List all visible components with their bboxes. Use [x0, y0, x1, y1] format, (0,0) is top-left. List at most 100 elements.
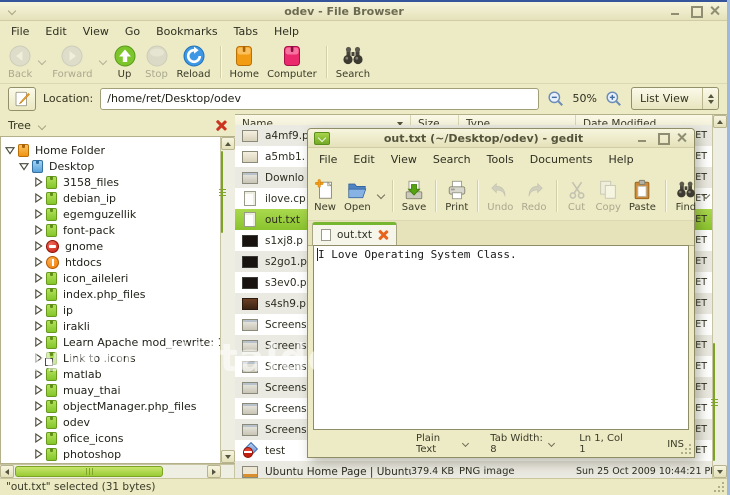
tree-item-ip[interactable]: ip	[1, 302, 219, 318]
expander-closed-icon[interactable]	[33, 449, 43, 459]
fb-menu-view[interactable]: View	[75, 23, 117, 40]
expander-closed-icon[interactable]	[33, 353, 43, 363]
scroll-down-button[interactable]	[713, 465, 727, 478]
view-mode-select[interactable]: List View	[631, 87, 719, 110]
toolbar-overflow-chevron-icon[interactable]	[701, 191, 711, 201]
edit-location-button[interactable]	[8, 86, 36, 111]
expander-closed-icon[interactable]	[33, 385, 43, 395]
fb-menu-edit[interactable]: Edit	[37, 23, 74, 40]
maximize-icon[interactable]	[690, 6, 703, 18]
fb-menu-bookmarks[interactable]: Bookmarks	[148, 23, 225, 40]
expander-open-icon[interactable]	[5, 145, 15, 155]
chevron-down-icon[interactable]	[36, 122, 48, 131]
fb-menu-go[interactable]: Go	[117, 23, 148, 40]
tree-item-index-php-files[interactable]: index.php_files	[1, 286, 219, 302]
tree-item-home-folder[interactable]: Home Folder	[1, 142, 219, 158]
print-button[interactable]: Print	[441, 178, 472, 214]
window-menu-icon[interactable]	[314, 131, 330, 145]
window-menu-icon[interactable]	[6, 7, 18, 16]
expander-closed-icon[interactable]	[33, 305, 43, 315]
tree-item-ofice-icons[interactable]: ofice_icons	[1, 430, 219, 446]
computer-button[interactable]: Computer	[263, 43, 321, 81]
tab-out-txt[interactable]: out.txt	[312, 222, 397, 245]
tree-item-muay-thai[interactable]: muay_thai	[1, 382, 219, 398]
gedit-menu-view[interactable]: View	[383, 151, 425, 168]
tree-item-icon-aileleri[interactable]: icon_aileleri	[1, 270, 219, 286]
tab-width-selector[interactable]: Tab Width: 8	[490, 433, 555, 455]
gedit-menu-file[interactable]: File	[311, 151, 345, 168]
expander-closed-icon[interactable]	[33, 241, 43, 251]
maximize-icon[interactable]	[657, 133, 670, 145]
tree-horizontal-scrollbar[interactable]	[0, 464, 235, 478]
scroll-up-button[interactable]	[221, 137, 235, 150]
reload-button[interactable]: Reload	[173, 43, 215, 81]
up-button[interactable]: Up	[109, 43, 141, 81]
fb-menu-file[interactable]: File	[3, 23, 37, 40]
expander-closed-icon[interactable]	[33, 321, 43, 331]
location-input[interactable]	[100, 87, 539, 110]
scroll-thumb[interactable]	[218, 151, 226, 233]
expander-open-icon[interactable]	[19, 161, 29, 171]
scroll-down-button[interactable]	[221, 450, 235, 463]
scroll-up-button[interactable]	[713, 115, 727, 128]
close-icon[interactable]	[677, 133, 688, 143]
gedit-menu-help[interactable]: Help	[600, 151, 641, 168]
close-tab-icon[interactable]	[378, 230, 388, 240]
tree-item-photoshop[interactable]: photoshop	[1, 446, 219, 462]
find-button[interactable]: Find	[671, 178, 701, 214]
expander-closed-icon[interactable]	[33, 369, 43, 379]
tree-item-link-to-icons[interactable]: Link to .icons	[1, 350, 219, 366]
gedit-menu-search[interactable]: Search	[425, 151, 479, 168]
search-button[interactable]: Search	[332, 43, 374, 81]
expander-closed-icon[interactable]	[33, 257, 43, 267]
close-side-pane-icon[interactable]	[215, 119, 227, 131]
expander-closed-icon[interactable]	[33, 337, 43, 347]
zoom-out-icon[interactable]	[546, 89, 566, 109]
list-vertical-scrollbar[interactable]	[710, 115, 727, 478]
expander-closed-icon[interactable]	[33, 225, 43, 235]
scroll-thumb[interactable]	[710, 343, 718, 461]
expander-closed-icon[interactable]	[33, 289, 43, 299]
new-button[interactable]: New	[310, 178, 340, 214]
language-selector[interactable]: Plain Text	[416, 433, 468, 455]
gedit-menu-tools[interactable]: Tools	[479, 151, 522, 168]
expander-closed-icon[interactable]	[33, 193, 43, 203]
open-button[interactable]: Open	[340, 178, 375, 214]
resize-grip[interactable]	[722, 490, 724, 492]
tree-item-egemguzellik[interactable]: egemguzellik	[1, 206, 219, 222]
scroll-right-button[interactable]	[207, 465, 221, 478]
view-mode-spinner[interactable]	[702, 88, 718, 109]
zoom-in-icon[interactable]	[604, 89, 624, 109]
gedit-menu-documents[interactable]: Documents	[522, 151, 601, 168]
forward-dropdown-chevron-icon[interactable]	[98, 57, 108, 67]
tree-item-3158-files[interactable]: 3158_files	[1, 174, 219, 190]
expander-closed-icon[interactable]	[33, 177, 43, 187]
tree-item-matlab[interactable]: matlab	[1, 366, 219, 382]
scroll-thumb[interactable]	[15, 466, 163, 477]
fb-menu-tabs[interactable]: Tabs	[226, 23, 266, 40]
expander-closed-icon[interactable]	[33, 273, 43, 283]
scroll-left-button[interactable]	[0, 465, 14, 478]
tree-item-gnome[interactable]: gnome	[1, 238, 219, 254]
text-editor[interactable]: I Love Operating System Class.	[313, 245, 689, 430]
minimize-icon[interactable]	[670, 6, 681, 16]
tree-item-odev[interactable]: odev	[1, 414, 219, 430]
resize-grip[interactable]	[689, 452, 691, 454]
gedit-menu-edit[interactable]: Edit	[345, 151, 382, 168]
gedit-titlebar[interactable]: out.txt (~/Desktop/odev) - gedit	[308, 129, 694, 148]
open-dropdown-chevron-icon[interactable]	[376, 191, 386, 201]
file-row-ubuntu-home-page-ubuntu-125[interactable]: Ubuntu Home Page | Ubuntu_125...379.4 KB…	[235, 461, 712, 478]
tree-item-htdocs[interactable]: htdocs	[1, 254, 219, 270]
file-browser-titlebar[interactable]: odev - File Browser	[0, 2, 727, 21]
tree-item-objectmanager-php-files[interactable]: objectManager.php_files	[1, 398, 219, 414]
tree-vertical-scrollbar[interactable]	[218, 137, 235, 463]
tree-item-debian-ip[interactable]: debian_ip	[1, 190, 219, 206]
tree-item-irakli[interactable]: irakli	[1, 318, 219, 334]
tree-item-learn-apache-mod-rewrite-13-real-work[interactable]: Learn Apache mod_rewrite: 13 Real-work	[1, 334, 235, 350]
close-icon[interactable]	[710, 6, 721, 16]
expander-closed-icon[interactable]	[33, 209, 43, 219]
home-button[interactable]: Home	[226, 43, 264, 81]
expander-closed-icon[interactable]	[33, 433, 43, 443]
save-button[interactable]: Save	[398, 178, 431, 214]
paste-button[interactable]: Paste	[625, 178, 660, 214]
